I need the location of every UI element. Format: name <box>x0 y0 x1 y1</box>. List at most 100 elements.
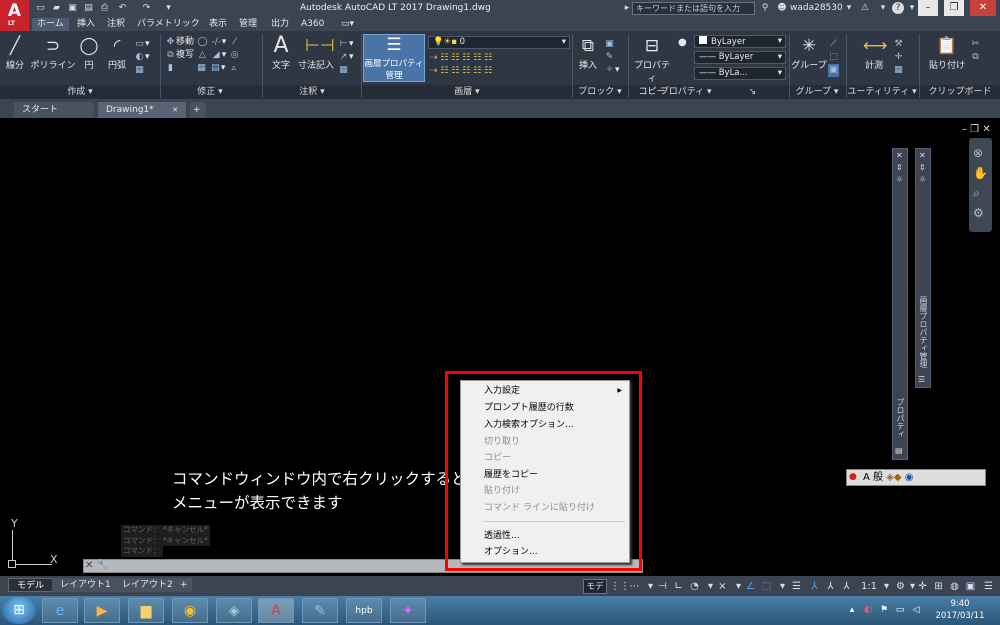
layer-properties-button[interactable]: ☰ 画層プロパティ 管理 <box>363 34 425 82</box>
units-icon[interactable]: ⊞ <box>932 579 945 594</box>
model-space-button[interactable]: モデル <box>583 579 607 607</box>
osnap-icon[interactable]: ⨯ <box>716 579 729 594</box>
group-small-tools[interactable]: ⟋ ⬚ ▣ <box>828 38 839 77</box>
add-layout-button[interactable]: + <box>176 578 192 592</box>
internet-explorer-icon[interactable]: e <box>42 598 78 623</box>
scale-dropdown-icon[interactable]: ▾ <box>880 579 893 594</box>
line-button[interactable]: ╱ 線分 <box>3 36 27 71</box>
hpb-icon[interactable]: hpb <box>346 598 382 623</box>
utilities-small-tools[interactable]: ⚒ ✛ ▦ <box>893 38 904 77</box>
text-button[interactable]: A 文字 <box>268 35 294 72</box>
palette-controls[interactable]: ✕ ⇕ ☼ <box>919 150 926 186</box>
redo-icon[interactable]: ↷ <box>140 2 153 15</box>
tray-app-icon[interactable]: ◐ <box>862 603 874 617</box>
clipboard-small-tools[interactable]: ✂ ⧉ <box>970 38 981 64</box>
file-explorer-icon[interactable]: ▆ <box>128 598 164 623</box>
autoscale-icon[interactable]: ⅄ <box>824 579 837 594</box>
user-name[interactable]: wada28530 <box>790 1 843 16</box>
user-icon[interactable]: ☻ <box>775 1 789 16</box>
circle-button[interactable]: ◯ 円 <box>78 36 100 71</box>
print-icon[interactable]: ⎙ <box>98 2 111 15</box>
paste-button[interactable]: 📋 貼り付け <box>928 36 966 71</box>
gizmo-icon[interactable]: ☰ <box>790 579 803 594</box>
tab-insert[interactable]: 挿入 <box>72 18 100 31</box>
help-dropdown-icon[interactable]: ▾ <box>905 1 919 16</box>
exchange-icon[interactable]: ⚠ <box>858 1 872 16</box>
exchange-dropdown-icon[interactable]: ▾ <box>876 1 890 16</box>
binoculars-icon[interactable]: ⚲ <box>758 1 772 16</box>
viewport-controls[interactable]: – ❐ ✕ <box>962 124 991 135</box>
ribbon-toggle-icon[interactable]: ▭▾ <box>336 18 359 31</box>
tray-expand-icon[interactable]: ▴ <box>846 603 858 617</box>
block-panel-title[interactable]: ブロック ▾ <box>572 86 628 98</box>
volume-icon[interactable]: ◁ <box>910 603 922 617</box>
user-dropdown-icon[interactable]: ▾ <box>842 1 856 16</box>
palette-controls[interactable]: ✕ ⇕ ☼ <box>896 150 903 186</box>
lineweight-dropdown[interactable]: —— ByLa... ▾ <box>694 67 786 80</box>
undo-icon[interactable]: ↶ <box>116 2 129 15</box>
layers-panel-title[interactable]: 画層 ▾ <box>362 86 572 98</box>
chrome-icon[interactable]: ◉ <box>172 598 208 623</box>
help-icon[interactable]: ? <box>892 2 904 14</box>
tab-view[interactable]: 表示 <box>204 18 232 31</box>
new-file-icon[interactable]: ▭ <box>34 2 47 15</box>
tab-layout1[interactable]: レイアウト1 <box>52 578 119 592</box>
close-icon[interactable]: ✕ <box>970 0 996 16</box>
minimize-icon[interactable]: – <box>918 0 938 16</box>
scale-dropdown[interactable]: 1:1 <box>858 579 880 594</box>
restore-icon[interactable]: ❐ <box>944 0 964 16</box>
clipboard-panel-title[interactable]: クリップボード <box>920 86 1000 98</box>
tab-drawing1[interactable]: Drawing1* ✕ <box>98 102 186 118</box>
open-folder-icon[interactable]: ▰ <box>50 2 63 15</box>
save-as-icon[interactable]: ▤ <box>82 2 95 15</box>
application-menu-button[interactable]: A LT <box>0 0 29 31</box>
fullscreen-icon[interactable]: ▣ <box>964 579 977 594</box>
group-button[interactable]: ✳ グループ <box>791 36 827 71</box>
color-dropdown[interactable]: ByLayer ▾ <box>694 35 786 48</box>
block-small-tools[interactable]: ▣ ✎ ✧ ▾ <box>604 38 619 77</box>
ime-icon[interactable]: ● <box>849 472 857 482</box>
tab-manage[interactable]: 管理 <box>234 18 262 31</box>
groups-panel-title[interactable]: グループ ▾ <box>789 86 845 98</box>
draw-small-tools[interactable]: ▭▾ ◐ ▾ ▦ <box>134 38 149 77</box>
lineweight-icon[interactable]: ∠ <box>744 579 757 594</box>
tab-layout2[interactable]: レイアウト2 <box>114 578 181 592</box>
annotation-monitor-icon[interactable]: ✛ <box>916 579 929 594</box>
app-icon[interactable]: ✦ <box>390 598 426 623</box>
tab-close-icon[interactable]: ✕ <box>172 102 178 118</box>
modify-tools[interactable]: ✥ 移動 ◯ -/-▾ ⁄ ⧉ 複写 △ ◢ ▾ ◎ ▮ ▦ ▤▾ ▵ <box>165 36 240 75</box>
qat-dropdown-icon[interactable]: ▾ <box>162 2 175 15</box>
tab-output[interactable]: 出力 <box>266 18 294 31</box>
flag-icon[interactable]: ⚑ <box>878 603 890 617</box>
save-icon[interactable]: ▣ <box>66 2 79 15</box>
arc-button[interactable]: ◜ 円弧 <box>104 36 130 71</box>
annotation-visibility-icon[interactable]: ⅄ <box>808 579 821 594</box>
layer-tools[interactable]: ⇢ ☷ ☷ ☷ ☷ ☷ ⇢ ☷ ☷ ☷ ☷ ☷ <box>430 52 492 78</box>
customization-icon[interactable]: ☰ <box>982 579 995 594</box>
transparency-icon[interactable]: ⬚ <box>760 579 773 594</box>
linetype-dropdown[interactable]: —— ByLayer ▾ <box>694 51 786 64</box>
modify-panel-title[interactable]: 修正 ▾ <box>160 86 260 98</box>
annotation-small-tools[interactable]: ⊢ ▾ ↗ ▾ ▦ <box>338 38 353 77</box>
layer-dropdown[interactable]: 💡☀▪ 0 ▾ <box>428 36 570 49</box>
start-button[interactable]: ⊞ <box>2 597 36 624</box>
polyline-button[interactable]: ⊃ ポリライン <box>30 36 76 71</box>
annotation-scale-icon[interactable]: ⅄ <box>840 579 853 594</box>
utilities-panel-title[interactable]: ユーティリティ ▾ <box>846 86 918 98</box>
ortho-icon[interactable]: ∟ <box>672 579 685 594</box>
command-line-controls[interactable]: ✕ 🔧 ▭▾ <box>85 559 120 585</box>
infer-icon[interactable]: ⊣ <box>656 579 669 594</box>
clock[interactable]: 9:40 2017/03/11 <box>932 598 988 622</box>
tab-a360[interactable]: A360 <box>296 18 329 31</box>
paint-icon[interactable]: ✎ <box>302 598 338 623</box>
search-input[interactable]: キーワードまたは語句を入力 <box>632 2 755 15</box>
grid-icon[interactable]: ⋮⋮ <box>610 579 630 594</box>
ime-toolbar[interactable]: A 般 ◈◆ ◉ <box>846 469 986 486</box>
navigation-tools[interactable]: ⊗ ✋ ⌕ ⚙ <box>973 143 988 223</box>
media-player-icon[interactable]: ▶ <box>84 598 120 623</box>
autocad-taskbar-icon[interactable]: A <box>258 598 294 623</box>
network-icon[interactable]: ▭ <box>894 603 906 617</box>
mail-icon[interactable]: ◈ <box>216 598 252 623</box>
new-tab-button[interactable]: + <box>190 102 206 118</box>
tab-annotate[interactable]: 注釈 <box>102 18 130 31</box>
